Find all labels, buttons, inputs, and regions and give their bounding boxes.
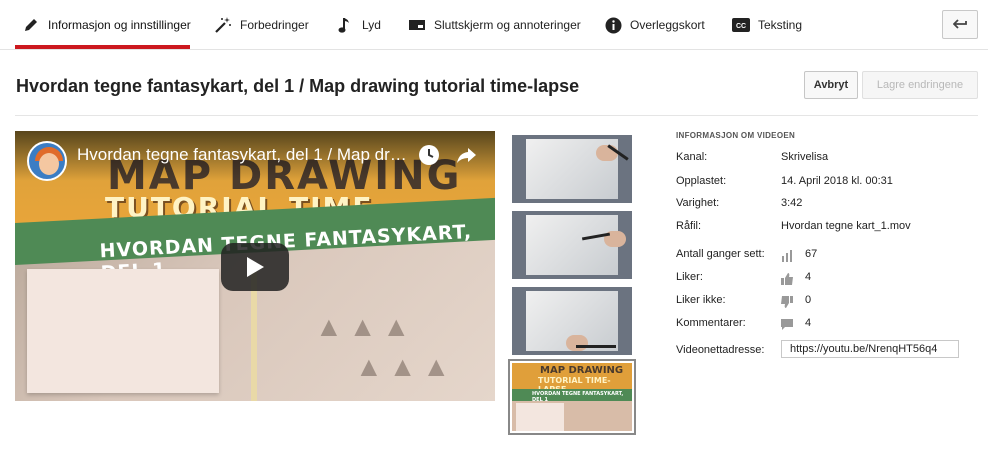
thumbnail-option-1[interactable] [512,135,632,203]
thumbnail-option-2[interactable] [512,211,632,279]
cc-badge-text: CC [736,23,746,30]
tab-bar: Informasjon og innstillinger Forbedringe… [0,0,988,50]
tab-label: Teksting [758,18,803,32]
thumbnail-hand [566,335,588,351]
watch-later-icon[interactable] [418,144,440,166]
video-url-label: Videonettadresse: [676,344,765,356]
bar-chart-icon [781,249,793,262]
tab-label: Overleggskort [630,18,705,32]
video-url-field[interactable]: https://youtu.be/NrenqHT56q4 [781,340,959,358]
tab-label: Sluttskjerm og annoteringer [434,18,581,32]
cc-icon: CC [732,16,750,34]
comment-icon [781,318,793,330]
views-value: 67 [805,248,818,260]
duration-value: 3:42 [781,197,803,209]
uploaded-value: 14. April 2018 kl. 00:31 [781,175,893,187]
magic-wand-icon [214,16,232,34]
tab-end-screen[interactable]: Sluttskjerm og annoteringer [408,0,581,50]
player-video-title[interactable]: Hvordan tegne fantasykart, del 1 / Map d… [77,145,409,165]
raw-file-label: Råfil: [676,220,702,232]
thumbs-down-icon [781,295,793,308]
thumbnail-option-4-selected[interactable]: MAP DRAWING TUTORIAL TIME-LAPSE HVORDAN … [508,359,636,435]
page-title: Hvordan tegne fantasykart, del 1 / Map d… [16,76,580,96]
thumbnail-paper [526,215,618,275]
play-icon [247,257,264,277]
back-arrow-icon [952,16,967,34]
thumbnail-heading: MAP DRAWING [540,365,624,376]
end-screen-icon [408,16,426,34]
tab-cards[interactable]: Overleggskort [604,0,705,50]
duration-label: Varighet: [676,197,720,209]
sketch-mountains: ▲▲▲ [355,351,457,382]
thumbs-up-icon [781,272,793,285]
back-button[interactable] [942,10,978,39]
paper-sheet [516,403,564,431]
tab-label: Informasjon og innstillinger [48,18,191,32]
comments-label: Kommentarer: [676,317,746,329]
share-icon[interactable] [455,144,477,166]
tab-subtitles[interactable]: CC Teksting [732,0,802,50]
paper-sheet [27,269,219,393]
channel-value: Skrivelisa [781,151,829,163]
dislikes-value: 0 [805,294,812,306]
likes-value: 4 [805,271,812,283]
dislikes-label: Liker ikke: [676,294,726,306]
channel-avatar[interactable] [27,141,67,181]
channel-label: Kanal: [676,151,708,163]
tab-label: Lyd [362,18,381,32]
comments-value: 4 [805,317,812,329]
tab-audio[interactable]: Lyd [336,0,381,50]
likes-label: Liker: [676,271,703,283]
avatar-face [39,153,59,175]
play-button[interactable] [221,243,289,291]
thumbnail-pen [576,345,616,348]
divider [15,115,978,116]
raw-file-value: Hvordan tegne kart_1.mov [781,220,911,232]
pencil-icon [22,16,40,34]
thumbnail-option-3[interactable] [512,287,632,355]
video-player[interactable]: ▲▲▲ ▲▲▲ MAP DRAWING TUTORIAL TIME-LAPSE … [15,131,495,401]
tab-label: Forbedringer [240,18,309,32]
info-icon [604,16,622,34]
video-info-heading: INFORMASJON OM VIDEOEN [676,131,796,140]
views-label: Antall ganger sett: [676,248,765,260]
thumbnail-band-text: HVORDAN TEGNE FANTASYKART, DEL 1 [532,391,624,403]
sketch-mountains: ▲▲▲ [315,311,417,342]
music-note-icon [336,16,354,34]
tab-enhancements[interactable]: Forbedringer [214,0,309,50]
uploaded-label: Opplastet: [676,175,727,187]
tab-info-settings[interactable]: Informasjon og innstillinger [22,0,191,50]
save-button[interactable]: Lagre endringene [862,71,978,99]
cancel-button[interactable]: Avbryt [804,71,858,99]
active-tab-indicator [15,45,190,49]
